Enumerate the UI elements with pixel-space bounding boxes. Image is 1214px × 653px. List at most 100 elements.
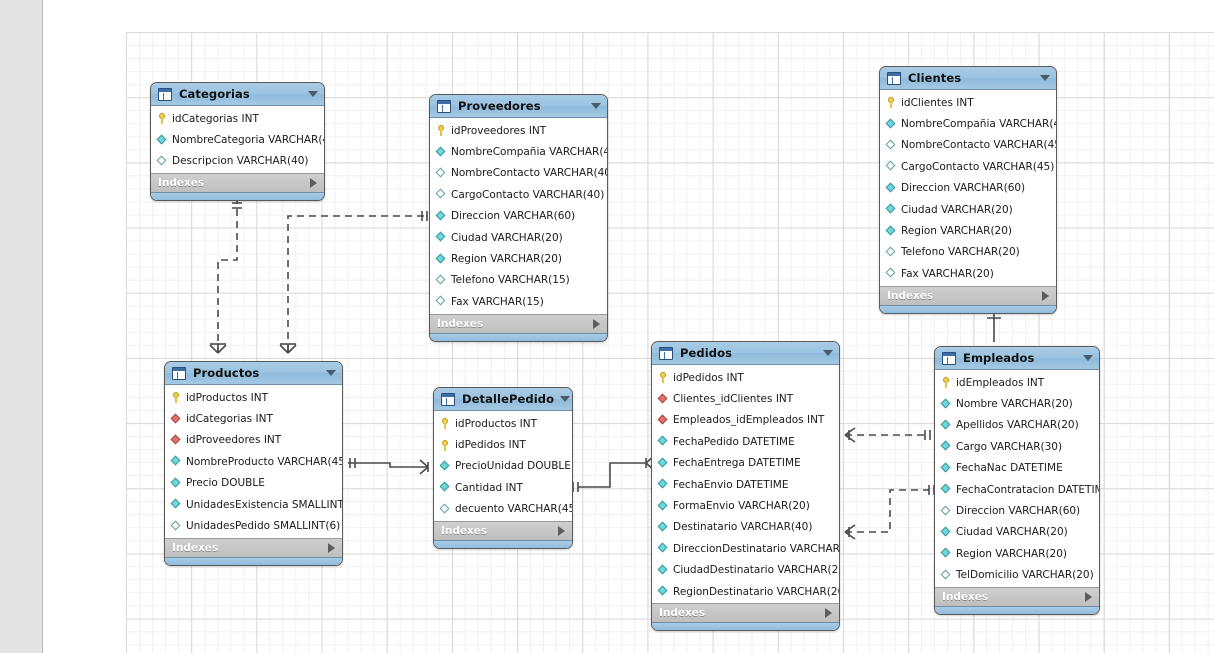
- chevron-down-icon[interactable]: [308, 91, 318, 97]
- notnull-diamond-icon: [658, 436, 669, 447]
- table-detallepedido[interactable]: DetallePedido idProductos INT idPedidos IN…: [433, 387, 573, 549]
- chevron-right-icon[interactable]: [310, 178, 317, 189]
- table-header-empleados[interactable]: Empleados: [935, 347, 1099, 370]
- chevron-right-icon[interactable]: [825, 608, 832, 619]
- chevron-down-icon[interactable]: [1083, 355, 1093, 361]
- table-column-row[interactable]: Direccion VARCHAR(60): [880, 178, 1056, 199]
- table-column-row[interactable]: Clientes_idClientes INT: [652, 388, 839, 409]
- column-label: Nombre VARCHAR(20): [956, 398, 1073, 411]
- table-column-row[interactable]: Direccion VARCHAR(60): [430, 206, 607, 227]
- table-header-proveedores[interactable]: Proveedores: [430, 95, 607, 118]
- table-header-productos[interactable]: Productos: [165, 362, 342, 385]
- table-column-row[interactable]: Direccion VARCHAR(60): [935, 500, 1099, 521]
- table-categorias[interactable]: Categorias idCategorias INT NombreCategori…: [150, 82, 325, 202]
- indexes-label: Indexes: [172, 541, 219, 554]
- table-column-row[interactable]: FechaEntrega DATETIME: [652, 453, 839, 474]
- table-column-row[interactable]: Ciudad VARCHAR(20): [430, 227, 607, 248]
- chevron-right-icon[interactable]: [328, 542, 335, 553]
- chevron-down-icon[interactable]: [326, 370, 336, 376]
- table-column-row[interactable]: Telefono VARCHAR(15): [430, 270, 607, 291]
- table-column-row[interactable]: UnidadesPedido SMALLINT(6): [165, 515, 342, 536]
- column-label: idClientes INT: [901, 96, 974, 109]
- table-pedidos[interactable]: Pedidos idPedidos INT Clientes_idClientes …: [651, 341, 840, 632]
- table-header-clientes[interactable]: Clientes: [880, 67, 1056, 90]
- notnull-diamond-icon: [886, 226, 897, 237]
- table-column-row[interactable]: Region VARCHAR(20): [430, 248, 607, 269]
- table-column-row[interactable]: Apellidos VARCHAR(20): [935, 415, 1099, 436]
- table-proveedores[interactable]: Proveedores idProveedores INT NombreCompañ…: [429, 94, 608, 342]
- indexes-section-clientes[interactable]: Indexes: [880, 285, 1056, 305]
- chevron-right-icon[interactable]: [1042, 290, 1049, 301]
- eer-diagram-canvas[interactable]: Categorias idCategorias INT NombreCategori…: [0, 0, 1214, 653]
- chevron-down-icon[interactable]: [823, 350, 833, 356]
- table-header-categorias[interactable]: Categorias: [151, 83, 324, 106]
- table-column-row[interactable]: decuento VARCHAR(45): [434, 499, 572, 520]
- table-empleados[interactable]: Empleados idEmpleados INT Nombre VARCHAR(2…: [934, 346, 1100, 615]
- chevron-right-icon[interactable]: [1085, 591, 1092, 602]
- table-column-row[interactable]: Empleados_idEmpleados INT: [652, 410, 839, 431]
- notnull-diamond-icon: [941, 548, 952, 559]
- table-column-row[interactable]: idClientes INT: [880, 92, 1056, 113]
- table-column-row[interactable]: NombreCompañia VARCHAR(40): [430, 141, 607, 162]
- table-column-row[interactable]: idEmpleados INT: [935, 372, 1099, 393]
- table-column-row[interactable]: CargoContacto VARCHAR(45): [880, 156, 1056, 177]
- table-column-row[interactable]: TelDomicilio VARCHAR(20): [935, 565, 1099, 586]
- table-column-row[interactable]: NombreContacto VARCHAR(40): [430, 163, 607, 184]
- indexes-section-detallepedido[interactable]: Indexes: [434, 520, 572, 540]
- indexes-section-empleados[interactable]: Indexes: [935, 586, 1099, 606]
- table-column-row[interactable]: idProveedores INT: [165, 430, 342, 451]
- table-name-label: Categorias: [179, 87, 250, 101]
- table-column-row[interactable]: Descripcion VARCHAR(40): [151, 151, 324, 172]
- chevron-down-icon[interactable]: [560, 396, 571, 402]
- fk-diamond-icon: [171, 435, 182, 446]
- nullable-diamond-icon: [436, 296, 447, 307]
- table-column-row[interactable]: idProveedores INT: [430, 120, 607, 141]
- table-column-row[interactable]: idPedidos INT: [434, 434, 572, 455]
- table-clientes[interactable]: Clientes idClientes INT NombreCompañia VAR…: [879, 66, 1057, 314]
- table-column-row[interactable]: FechaPedido DATETIME: [652, 431, 839, 452]
- chevron-down-icon[interactable]: [1040, 75, 1050, 81]
- table-column-row[interactable]: NombreCompañia VARCHAR(45): [880, 113, 1056, 134]
- table-header-detallepedido[interactable]: DetallePedido: [434, 388, 572, 411]
- table-column-row[interactable]: PrecioUnidad DOUBLE: [434, 456, 572, 477]
- table-column-row[interactable]: Cantidad INT: [434, 477, 572, 498]
- table-productos[interactable]: Productos idProductos INT idCategorias INT…: [164, 361, 343, 566]
- table-column-row[interactable]: idProductos INT: [434, 413, 572, 434]
- table-column-row[interactable]: Precio DOUBLE: [165, 473, 342, 494]
- table-column-row[interactable]: Ciudad VARCHAR(20): [935, 522, 1099, 543]
- table-column-row[interactable]: NombreProducto VARCHAR(45): [165, 451, 342, 472]
- table-column-row[interactable]: FechaEnvio DATETIME: [652, 474, 839, 495]
- table-column-row[interactable]: Fax VARCHAR(20): [880, 263, 1056, 284]
- table-column-row[interactable]: CiudadDestinatario VARCHAR(20): [652, 560, 839, 581]
- table-column-row[interactable]: FormaEnvio VARCHAR(20): [652, 495, 839, 516]
- table-column-row[interactable]: idCategorias INT: [151, 108, 324, 129]
- table-column-row[interactable]: NombreCategoria VARCHAR(40): [151, 129, 324, 150]
- chevron-right-icon[interactable]: [593, 318, 600, 329]
- table-column-row[interactable]: DireccionDestinatario VARCHAR(60): [652, 538, 839, 559]
- table-column-row[interactable]: UnidadesExistencia SMALLINT(6): [165, 494, 342, 515]
- table-column-row[interactable]: CargoContacto VARCHAR(40): [430, 184, 607, 205]
- table-column-row[interactable]: Region VARCHAR(20): [935, 543, 1099, 564]
- chevron-down-icon[interactable]: [591, 103, 601, 109]
- indexes-section-categorias[interactable]: Indexes: [151, 173, 324, 193]
- table-column-row[interactable]: FechaContratacion DATETIME: [935, 479, 1099, 500]
- table-column-row[interactable]: Region VARCHAR(20): [880, 220, 1056, 241]
- table-column-row[interactable]: NombreContacto VARCHAR(45): [880, 135, 1056, 156]
- table-column-row[interactable]: idCategorias INT: [165, 408, 342, 429]
- table-header-pedidos[interactable]: Pedidos: [652, 342, 839, 365]
- indexes-section-productos[interactable]: Indexes: [165, 537, 342, 557]
- table-bottom-strip: [165, 556, 342, 565]
- table-column-row[interactable]: Ciudad VARCHAR(20): [880, 199, 1056, 220]
- table-column-row[interactable]: Cargo VARCHAR(30): [935, 436, 1099, 457]
- table-column-row[interactable]: idProductos INT: [165, 387, 342, 408]
- table-column-row[interactable]: RegionDestinatario VARCHAR(20): [652, 581, 839, 602]
- table-column-row[interactable]: Destinatario VARCHAR(40): [652, 517, 839, 538]
- table-column-row[interactable]: Fax VARCHAR(15): [430, 291, 607, 312]
- indexes-section-proveedores[interactable]: Indexes: [430, 313, 607, 333]
- table-column-row[interactable]: FechaNac DATETIME: [935, 458, 1099, 479]
- table-column-row[interactable]: idPedidos INT: [652, 367, 839, 388]
- chevron-right-icon[interactable]: [558, 525, 565, 536]
- table-column-row[interactable]: Nombre VARCHAR(20): [935, 393, 1099, 414]
- indexes-section-pedidos[interactable]: Indexes: [652, 603, 839, 623]
- table-column-row[interactable]: Telefono VARCHAR(20): [880, 242, 1056, 263]
